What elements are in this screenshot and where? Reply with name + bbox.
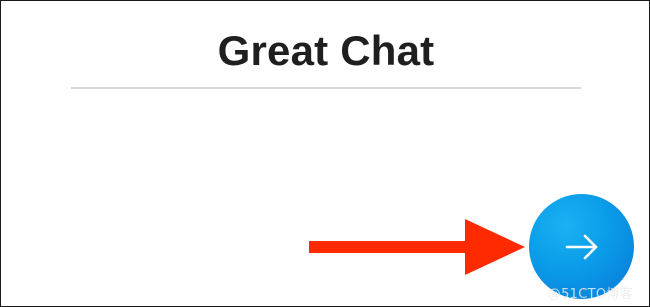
arrow-right-icon: [565, 234, 597, 259]
page-title: Great Chat: [217, 27, 435, 74]
watermark-text: @51CTO博客: [547, 287, 633, 302]
annotation-arrow-icon: [309, 219, 525, 275]
app-window: Great Chat @51CTO博客: [0, 0, 650, 307]
title-divider: [71, 87, 581, 89]
